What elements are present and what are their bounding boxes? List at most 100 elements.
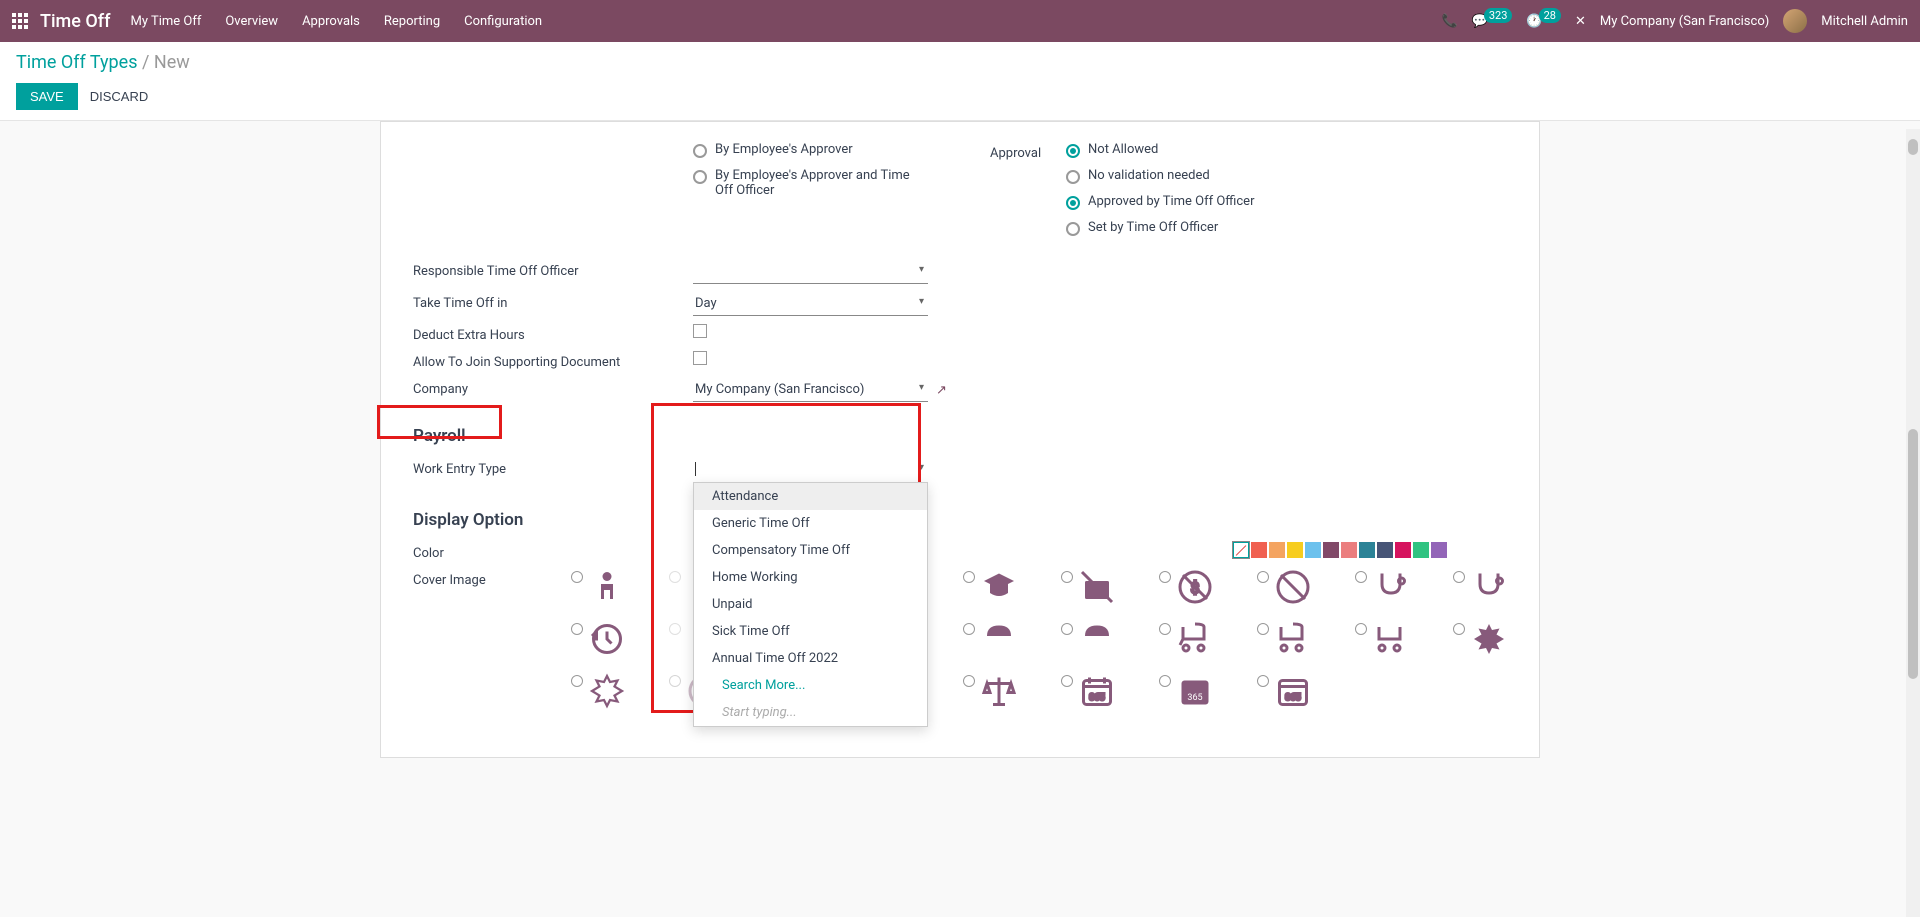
validation-option-1[interactable]: By Employee's Approver	[693, 142, 930, 158]
dropdown-item-unpaid[interactable]: Unpaid	[694, 591, 927, 618]
action-bar: Time Off Types / New SAVE DISCARD	[0, 42, 1920, 121]
company-external-link-icon[interactable]: ↗	[936, 383, 947, 398]
cover-6[interactable]	[1061, 569, 1115, 605]
form-sheet: By Employee's Approver By Employee's App…	[380, 121, 1540, 758]
approval-no-validation[interactable]: No validation needed	[1066, 168, 1507, 184]
color-label: Color	[413, 542, 693, 561]
cover-9[interactable]	[1355, 569, 1409, 605]
breadcrumb: Time Off Types / New	[16, 52, 1904, 73]
scrollbar-thumb[interactable]	[1908, 429, 1918, 679]
color-10[interactable]	[1413, 542, 1429, 558]
calendar-365-icon: 365	[1275, 673, 1311, 709]
display-title: Display Option	[413, 510, 1507, 530]
color-6[interactable]	[1341, 542, 1357, 558]
cover-25[interactable]	[963, 673, 1017, 709]
dropdown-item-sick[interactable]: Sick Time Off	[694, 618, 927, 645]
briefcase-off-icon	[1079, 569, 1115, 605]
nav-overview[interactable]: Overview	[225, 14, 278, 29]
dropdown-item-homeworking[interactable]: Home Working	[694, 564, 927, 591]
cover-15[interactable]	[963, 621, 1017, 657]
cover-label: Cover Image	[413, 569, 571, 588]
color-4[interactable]	[1305, 542, 1321, 558]
top-nav: Time Off My Time Off Overview Approvals …	[0, 0, 1920, 42]
cover-10[interactable]	[1453, 569, 1507, 605]
breadcrumb-parent[interactable]: Time Off Types	[16, 52, 138, 73]
cover-8[interactable]	[1257, 569, 1311, 605]
dropdown-item-attendance[interactable]: Attendance	[694, 483, 927, 510]
cover-1[interactable]	[571, 569, 625, 605]
cover-20[interactable]	[1453, 621, 1507, 657]
cover-26[interactable]: 365	[1061, 673, 1115, 709]
color-11[interactable]	[1431, 542, 1447, 558]
extra-starburst-icon	[1471, 621, 1507, 657]
color-9[interactable]	[1395, 542, 1411, 558]
stroller-icon	[1177, 621, 1213, 657]
cover-21[interactable]	[571, 673, 625, 709]
person-sling-icon	[589, 569, 625, 605]
payroll-title: Payroll	[413, 426, 1507, 446]
cover-17[interactable]	[1159, 621, 1213, 657]
cover-18[interactable]	[1257, 621, 1311, 657]
color-none[interactable]	[1233, 542, 1249, 558]
scales-icon	[981, 673, 1017, 709]
dropdown-search-more[interactable]: Search More...	[694, 672, 927, 699]
deduct-checkbox[interactable]	[693, 324, 707, 338]
take-field[interactable]: Day	[693, 292, 928, 316]
dropdown-item-compensatory[interactable]: Compensatory Time Off	[694, 537, 927, 564]
company-label: Company	[413, 378, 693, 397]
color-2[interactable]	[1269, 542, 1285, 558]
breadcrumb-current: New	[154, 52, 190, 73]
company-selector[interactable]: My Company (San Francisco)	[1600, 14, 1769, 29]
messages-icon[interactable]: 💬323	[1472, 14, 1513, 29]
nav-my-time-off[interactable]: My Time Off	[130, 14, 201, 29]
supporting-label: Allow To Join Supporting Document	[413, 351, 693, 370]
scroll-up-arrow[interactable]	[1908, 139, 1918, 155]
supporting-checkbox[interactable]	[693, 351, 707, 365]
approval-by-officer[interactable]: Approved by Time Off Officer	[1066, 194, 1507, 210]
approval-set-by-officer[interactable]: Set by Time Off Officer	[1066, 220, 1507, 236]
dropdown-item-annual[interactable]: Annual Time Off 2022	[694, 645, 927, 672]
work-entry-dropdown: Attendance Generic Time Off Compensatory…	[693, 482, 928, 727]
responsible-field[interactable]	[693, 260, 928, 284]
phone-icon[interactable]: 📞	[1441, 14, 1457, 29]
cover-16[interactable]	[1061, 621, 1115, 657]
user-avatar[interactable]	[1783, 9, 1807, 33]
stroller-icon	[1373, 621, 1409, 657]
color-1[interactable]	[1251, 542, 1267, 558]
svg-text:365: 365	[1187, 693, 1202, 703]
cover-7[interactable]: $	[1159, 569, 1213, 605]
approval-not-allowed[interactable]: Not Allowed	[1066, 142, 1507, 158]
discard-button[interactable]: DISCARD	[90, 89, 149, 104]
activities-badge: 28	[1539, 8, 1561, 23]
cover-27[interactable]: 365	[1159, 673, 1213, 709]
activities-icon[interactable]: 🕐28	[1526, 14, 1561, 29]
cover-28[interactable]: 365	[1257, 673, 1311, 709]
color-5[interactable]	[1323, 542, 1339, 558]
nav-approvals[interactable]: Approvals	[302, 14, 360, 29]
cover-11[interactable]	[571, 621, 625, 657]
umbrella-icon	[1079, 621, 1115, 657]
nav-configuration[interactable]: Configuration	[464, 14, 542, 29]
calendar-365-icon: 365	[1079, 673, 1115, 709]
work-entry-label: Work Entry Type	[413, 458, 693, 477]
user-name[interactable]: Mitchell Admin	[1821, 14, 1908, 29]
approval-label: Approval	[990, 142, 1066, 161]
save-button[interactable]: SAVE	[16, 83, 78, 110]
settings-icon[interactable]: ✕	[1575, 14, 1586, 29]
color-7[interactable]	[1359, 542, 1375, 558]
dropdown-item-generic[interactable]: Generic Time Off	[694, 510, 927, 537]
nav-right: 📞 💬323 🕐28 ✕ My Company (San Francisco) …	[1441, 9, 1908, 33]
apps-icon[interactable]	[12, 13, 28, 29]
nav-reporting[interactable]: Reporting	[384, 14, 440, 29]
stethoscope-icon	[1373, 569, 1409, 605]
cover-5[interactable]	[963, 569, 1017, 605]
color-8[interactable]	[1377, 542, 1393, 558]
messages-badge: 323	[1484, 8, 1513, 23]
color-swatches	[1233, 542, 1447, 558]
color-3[interactable]	[1287, 542, 1303, 558]
company-field[interactable]: My Company (San Francisco)	[693, 378, 928, 402]
cover-19[interactable]	[1355, 621, 1409, 657]
scrollbar[interactable]	[1906, 129, 1920, 917]
stethoscope-icon	[1471, 569, 1507, 605]
validation-option-2[interactable]: By Employee's Approver and Time Off Offi…	[693, 168, 930, 198]
